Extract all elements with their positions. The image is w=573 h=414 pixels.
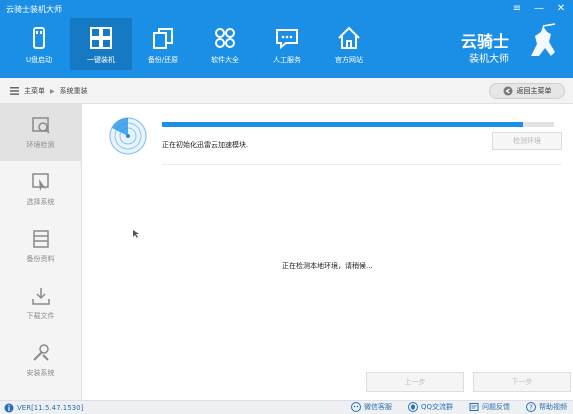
footer-link-label: 微信客服 bbox=[363, 403, 392, 411]
help-video-icon: ? bbox=[526, 402, 536, 412]
window-controls: ≡ — ✕ bbox=[511, 2, 567, 14]
env-check-icon bbox=[31, 117, 50, 134]
top-header: 云骑士装机大师 ≡ — ✕ U盘启动 一键装机 备份/还原 软件大全 人工服务 … bbox=[0, 0, 573, 78]
windows-icon bbox=[90, 27, 112, 49]
next-step-button[interactable]: 下一步 bbox=[473, 372, 571, 392]
home-icon bbox=[338, 26, 360, 49]
version-info: VER[11.5.47.1530] bbox=[4, 403, 83, 413]
step-label: 选择系统 bbox=[26, 198, 55, 206]
step-label: 下载文件 bbox=[26, 312, 55, 320]
breadcrumb-current: 系统重装 bbox=[59, 87, 88, 95]
back-to-main-menu-button[interactable]: 返回主菜单 bbox=[489, 83, 565, 99]
feedback-icon bbox=[469, 403, 479, 411]
step-label: 环境检测 bbox=[26, 141, 55, 149]
breadcrumb-home[interactable]: 主菜单 bbox=[24, 86, 45, 96]
nav-label: 官方网站 bbox=[335, 56, 363, 64]
menu-icon[interactable]: ≡ bbox=[511, 2, 523, 14]
nav-label: 一键装机 bbox=[87, 56, 115, 64]
chat-icon bbox=[276, 29, 298, 50]
nav-label: 软件大全 bbox=[211, 56, 239, 64]
main-panel: 正在初始化迅雷云加速模块. 检测环境 正在检测本地环境，请稍候... 上一步 下… bbox=[82, 104, 573, 400]
step-env-check[interactable]: 环境检测 bbox=[0, 104, 81, 161]
footer-links: 微信客服 QQ交流群 问题反馈 ? 帮助视频 bbox=[350, 402, 567, 412]
footer-link-label: 帮助视频 bbox=[539, 403, 567, 411]
nav-item-one-click-install[interactable]: 一键装机 bbox=[70, 18, 132, 70]
app-title: 云骑士装机大师 bbox=[6, 5, 62, 14]
progress-fill bbox=[162, 122, 523, 127]
step-sidebar: 环境检测 选择系统 备份资料 下载文件 安装系统 bbox=[0, 104, 82, 400]
apps-grid-icon bbox=[215, 28, 235, 48]
nav-item-software[interactable]: 软件大全 bbox=[194, 18, 256, 70]
brand-tagline: 装机大师 bbox=[469, 54, 509, 65]
breadcrumb: 主菜单 ▶ 系统重装 bbox=[10, 86, 88, 96]
footer-link-feedback[interactable]: 问题反馈 bbox=[469, 402, 510, 412]
check-environment-button[interactable]: 检测环境 bbox=[492, 132, 562, 150]
nav-item-official-site[interactable]: 官方网站 bbox=[318, 18, 380, 70]
checking-status-text: 正在检测本地环境，请稍候... bbox=[282, 262, 373, 270]
nav-item-manual-service[interactable]: 人工服务 bbox=[256, 18, 318, 70]
progress-bar bbox=[162, 122, 554, 127]
breadcrumb-bar: 主菜单 ▶ 系统重装 返回主菜单 bbox=[0, 78, 573, 104]
wechat-icon bbox=[350, 402, 361, 412]
brand-name: 云骑士 bbox=[461, 32, 510, 51]
step-select-system[interactable]: 选择系统 bbox=[0, 161, 81, 218]
svg-text:?: ? bbox=[529, 404, 533, 412]
status-text: 正在初始化迅雷云加速模块. bbox=[162, 141, 249, 149]
radar-progress-icon bbox=[109, 117, 147, 155]
close-button[interactable]: ✕ bbox=[555, 2, 567, 14]
qq-icon bbox=[407, 402, 418, 412]
select-system-icon bbox=[31, 173, 49, 191]
step-install-system[interactable]: 安装系统 bbox=[0, 332, 81, 389]
backup-data-icon bbox=[32, 230, 49, 248]
usb-icon bbox=[33, 27, 45, 49]
knight-logo-icon bbox=[531, 23, 556, 56]
divider bbox=[162, 164, 562, 165]
footer-link-label: 问题反馈 bbox=[482, 403, 510, 411]
brand-logo: 云骑士 装机大师 bbox=[451, 18, 561, 72]
version-text: VER[11.5.47.1530] bbox=[17, 404, 84, 412]
nav-label: 人工服务 bbox=[273, 56, 301, 64]
list-icon bbox=[10, 87, 19, 95]
footer-link-label: QQ交流群 bbox=[420, 403, 453, 411]
mouse-cursor-icon bbox=[133, 230, 139, 238]
info-icon bbox=[4, 403, 14, 413]
back-button-label: 返回主菜单 bbox=[516, 87, 552, 95]
download-icon bbox=[31, 288, 50, 305]
footer-link-help-video[interactable]: ? 帮助视频 bbox=[526, 402, 567, 412]
backup-icon bbox=[153, 28, 173, 49]
nav-label: 备份/还原 bbox=[147, 56, 179, 64]
breadcrumb-separator: ▶ bbox=[50, 87, 55, 95]
step-label: 备份资料 bbox=[26, 255, 55, 263]
install-tools-icon bbox=[32, 344, 49, 361]
footer-link-wechat[interactable]: 微信客服 bbox=[350, 402, 392, 412]
minimize-button[interactable]: — bbox=[533, 2, 545, 14]
previous-step-button[interactable]: 上一步 bbox=[366, 372, 464, 392]
step-download-files[interactable]: 下载文件 bbox=[0, 275, 81, 332]
step-backup-data[interactable]: 备份资料 bbox=[0, 218, 81, 275]
footer-link-qq[interactable]: QQ交流群 bbox=[407, 402, 453, 412]
step-label: 安装系统 bbox=[26, 369, 55, 377]
nav-item-backup-restore[interactable]: 备份/还原 bbox=[132, 18, 194, 70]
status-footer: VER[11.5.47.1530] 微信客服 QQ交流群 问题反馈 ? 帮助视频 bbox=[0, 400, 573, 414]
main-nav: U盘启动 一键装机 备份/还原 软件大全 人工服务 官方网站 bbox=[8, 18, 380, 70]
nav-item-usb-boot[interactable]: U盘启动 bbox=[8, 18, 70, 70]
back-arrow-icon bbox=[503, 86, 512, 96]
nav-label: U盘启动 bbox=[25, 56, 53, 64]
